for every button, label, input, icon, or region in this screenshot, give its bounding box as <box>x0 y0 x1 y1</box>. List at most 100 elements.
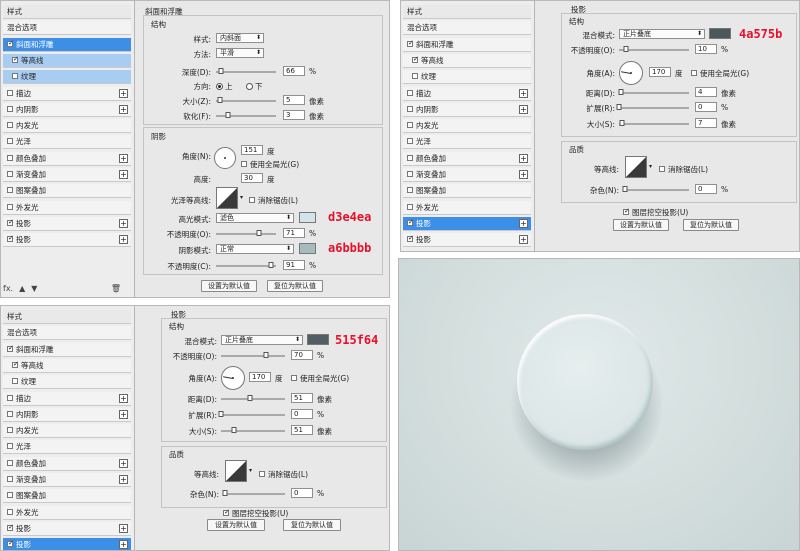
style-list-item[interactable]: 光泽 <box>403 135 531 150</box>
contour-picker[interactable] <box>625 156 647 178</box>
style-list-item[interactable]: 纹理 <box>3 375 131 390</box>
reset-default-button[interactable]: 复位为默认值 <box>283 519 341 531</box>
slider-knob[interactable] <box>263 352 269 358</box>
checkbox-icon[interactable] <box>7 410 13 417</box>
contour-picker[interactable] <box>225 460 247 482</box>
checkbox-icon[interactable] <box>12 361 19 368</box>
shadow-color-swatch[interactable] <box>299 243 316 254</box>
noise-input[interactable]: 0 <box>291 488 313 498</box>
style-list-item[interactable]: 投影 + <box>403 216 531 231</box>
checkbox-icon[interactable] <box>7 236 14 243</box>
style-list-item[interactable]: 投影 + <box>3 521 131 536</box>
depth-slider[interactable] <box>216 68 276 74</box>
angle-input[interactable]: 151 <box>241 145 263 155</box>
fx-icon[interactable]: fx. <box>3 284 13 293</box>
style-list-item[interactable]: 内阴影 + <box>3 407 131 422</box>
add-icon[interactable]: + <box>119 409 128 419</box>
global-light-option[interactable]: 使用全局光(G) <box>241 159 299 170</box>
style-list-item[interactable]: 内发光 <box>3 119 131 134</box>
checkbox-icon[interactable] <box>12 73 18 80</box>
size-input[interactable]: 5 <box>283 95 305 105</box>
checkbox-icon[interactable] <box>249 197 255 203</box>
checkbox-icon[interactable] <box>7 187 13 194</box>
slider-knob[interactable] <box>256 230 262 236</box>
style-list-item[interactable]: 外发光 <box>3 200 131 215</box>
make-default-button[interactable]: 设置为默认值 <box>201 280 257 292</box>
style-list-item[interactable]: 斜面和浮雕 <box>3 342 131 357</box>
checkbox-icon[interactable] <box>407 171 413 177</box>
angle-dial[interactable] <box>619 61 643 85</box>
make-default-button[interactable]: 设置为默认值 <box>613 219 669 231</box>
add-icon[interactable]: + <box>119 523 128 533</box>
depth-input[interactable]: 66 <box>283 66 305 76</box>
angle-input[interactable]: 170 <box>649 67 671 77</box>
angle-input[interactable]: 170 <box>249 372 271 382</box>
size-slider[interactable] <box>221 427 285 433</box>
checkbox-icon[interactable] <box>407 187 413 194</box>
add-icon[interactable]: + <box>519 218 528 228</box>
checkbox-icon[interactable] <box>7 171 13 177</box>
checkbox-icon[interactable] <box>7 105 13 112</box>
style-list-item[interactable]: 投影 + <box>3 216 131 231</box>
slider-knob[interactable] <box>218 68 224 74</box>
style-list-item[interactable]: 混合选项 <box>3 21 131 36</box>
noise-slider[interactable] <box>222 490 285 496</box>
style-list-item[interactable]: 渐变叠加 + <box>3 168 131 182</box>
shadow-opacity-slider[interactable] <box>216 262 276 268</box>
checkbox-icon[interactable] <box>7 154 13 161</box>
style-list-item[interactable]: 投影 + <box>3 233 131 248</box>
angle-dial[interactable] <box>221 366 245 390</box>
spread-slider[interactable] <box>218 411 285 417</box>
anti-alias-option[interactable]: 消除锯齿(L) <box>259 469 308 480</box>
add-icon[interactable]: + <box>119 88 128 98</box>
checkbox-icon[interactable] <box>7 40 14 47</box>
add-icon[interactable]: + <box>119 104 128 114</box>
direction-down-option[interactable]: 下 <box>246 81 263 92</box>
move-down-icon[interactable]: ▼ <box>31 284 37 293</box>
distance-input[interactable]: 4 <box>695 87 717 97</box>
add-icon[interactable]: + <box>519 170 528 179</box>
spread-input[interactable]: 0 <box>291 409 313 419</box>
checkbox-icon[interactable] <box>412 73 418 80</box>
checkbox-icon[interactable] <box>407 203 413 210</box>
shadow-color-swatch[interactable] <box>307 334 329 345</box>
soften-slider[interactable] <box>216 112 276 118</box>
radio-icon[interactable] <box>246 82 253 90</box>
add-icon[interactable]: + <box>119 475 128 484</box>
style-list-item[interactable]: 外发光 <box>3 505 131 520</box>
slider-knob[interactable] <box>622 186 628 192</box>
slider-knob[interactable] <box>231 427 237 433</box>
style-list-item[interactable]: 颜色叠加 + <box>403 151 531 166</box>
size-input[interactable]: 7 <box>695 118 717 128</box>
checkbox-icon[interactable] <box>7 443 13 450</box>
checkbox-icon[interactable] <box>659 166 665 172</box>
checkbox-icon[interactable] <box>7 219 14 226</box>
checkbox-icon[interactable] <box>7 394 13 401</box>
distance-slider[interactable] <box>221 395 285 401</box>
style-list-item[interactable]: 等高线 <box>403 53 531 68</box>
style-list-item[interactable]: 描边 + <box>3 86 131 101</box>
slider-knob[interactable] <box>222 490 228 496</box>
checkbox-icon[interactable] <box>407 138 413 145</box>
checkbox-icon[interactable] <box>259 471 265 477</box>
checkbox-icon[interactable] <box>407 122 413 129</box>
highlight-opacity-input[interactable]: 71 <box>283 228 305 238</box>
blend-mode-select[interactable]: 正片叠底 <box>619 29 705 39</box>
blend-mode-select[interactable]: 正片叠底 <box>221 335 303 345</box>
slider-knob[interactable] <box>247 395 253 401</box>
size-input[interactable]: 51 <box>291 425 313 435</box>
knockout-option[interactable]: 图层挖空投影(U) <box>223 508 288 519</box>
style-list-item[interactable]: 颜色叠加 + <box>3 151 131 166</box>
checkbox-icon[interactable] <box>12 56 19 63</box>
style-list-item[interactable]: 样式 <box>3 5 131 19</box>
style-list-item[interactable]: 纹理 <box>403 70 531 85</box>
style-list-item[interactable]: 图案叠加 <box>3 489 131 504</box>
altitude-input[interactable]: 30 <box>241 173 263 183</box>
global-light-option[interactable]: 使用全局光(G) <box>291 373 349 384</box>
style-list-item[interactable]: 图案叠加 <box>3 184 131 199</box>
checkbox-icon[interactable] <box>7 138 13 145</box>
style-list-item[interactable]: 光泽 <box>3 135 131 150</box>
style-list-item[interactable]: 渐变叠加 + <box>403 168 531 182</box>
checkbox-icon[interactable] <box>407 154 413 161</box>
opacity-slider[interactable] <box>619 46 689 52</box>
